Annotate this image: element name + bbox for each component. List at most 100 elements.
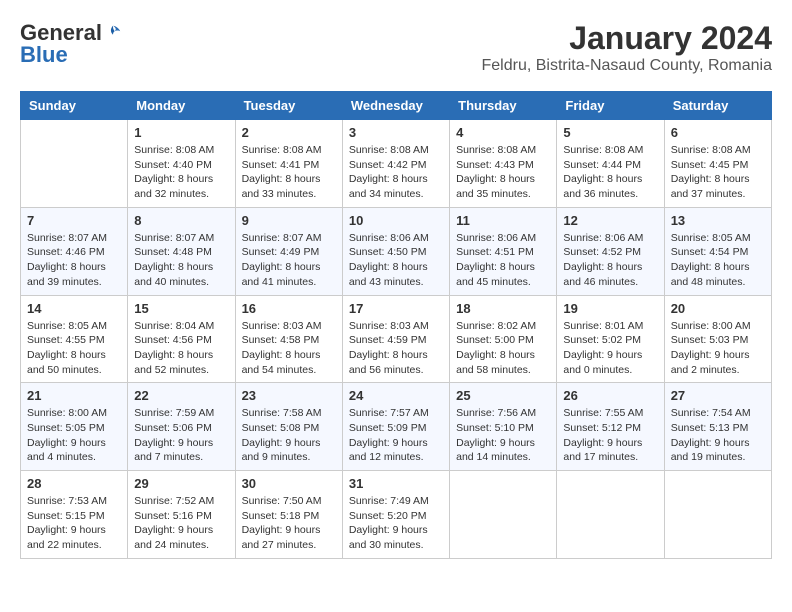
calendar-cell: 25 Sunrise: 7:56 AM Sunset: 5:10 PM Dayli… <box>450 383 557 471</box>
weekday-header: Sunday <box>21 92 128 120</box>
day-info: Sunrise: 7:59 AM Sunset: 5:06 PM Dayligh… <box>134 406 228 465</box>
day-info: Sunrise: 8:08 AM Sunset: 4:44 PM Dayligh… <box>563 143 657 202</box>
day-info: Sunrise: 7:50 AM Sunset: 5:18 PM Dayligh… <box>242 494 336 553</box>
day-info: Sunrise: 7:49 AM Sunset: 5:20 PM Dayligh… <box>349 494 443 553</box>
day-info: Sunrise: 8:05 AM Sunset: 4:54 PM Dayligh… <box>671 231 765 290</box>
day-info: Sunrise: 8:08 AM Sunset: 4:45 PM Dayligh… <box>671 143 765 202</box>
calendar-header-row: SundayMondayTuesdayWednesdayThursdayFrid… <box>21 92 772 120</box>
calendar-week-row: 14 Sunrise: 8:05 AM Sunset: 4:55 PM Dayli… <box>21 295 772 383</box>
day-info: Sunrise: 8:07 AM Sunset: 4:48 PM Dayligh… <box>134 231 228 290</box>
day-number: 23 <box>242 388 336 403</box>
day-number: 4 <box>456 125 550 140</box>
day-number: 9 <box>242 213 336 228</box>
calendar-cell: 12Sunrise: 8:06 AM Sunset: 4:52 PM Dayli… <box>557 207 664 295</box>
day-number: 31 <box>349 476 443 491</box>
day-number: 5 <box>563 125 657 140</box>
day-info: Sunrise: 7:58 AM Sunset: 5:08 PM Dayligh… <box>242 406 336 465</box>
calendar-cell: 30 Sunrise: 7:50 AM Sunset: 5:18 PM Dayli… <box>235 471 342 559</box>
calendar-cell: 15 Sunrise: 8:04 AM Sunset: 4:56 PM Dayli… <box>128 295 235 383</box>
day-number: 13 <box>671 213 765 228</box>
calendar-week-row: 7 Sunrise: 8:07 AM Sunset: 4:46 PM Daylig… <box>21 207 772 295</box>
day-info: Sunrise: 7:57 AM Sunset: 5:09 PM Dayligh… <box>349 406 443 465</box>
day-info: Sunrise: 7:54 AM Sunset: 5:13 PM Dayligh… <box>671 406 765 465</box>
day-info: Sunrise: 8:01 AM Sunset: 5:02 PM Dayligh… <box>563 319 657 378</box>
day-info: Sunrise: 7:53 AM Sunset: 5:15 PM Dayligh… <box>27 494 121 553</box>
day-number: 22 <box>134 388 228 403</box>
calendar-cell: 26Sunrise: 7:55 AM Sunset: 5:12 PM Dayli… <box>557 383 664 471</box>
day-number: 12 <box>563 213 657 228</box>
day-number: 15 <box>134 301 228 316</box>
calendar-cell: 31 Sunrise: 7:49 AM Sunset: 5:20 PM Dayli… <box>342 471 449 559</box>
logo-bird-icon <box>104 24 122 42</box>
calendar-cell: 3Sunrise: 8:08 AM Sunset: 4:42 PM Daylig… <box>342 120 449 208</box>
day-number: 20 <box>671 301 765 316</box>
day-info: Sunrise: 8:00 AM Sunset: 5:05 PM Dayligh… <box>27 406 121 465</box>
weekday-header: Monday <box>128 92 235 120</box>
calendar-cell: 24 Sunrise: 7:57 AM Sunset: 5:09 PM Dayli… <box>342 383 449 471</box>
day-number: 3 <box>349 125 443 140</box>
day-number: 19 <box>563 301 657 316</box>
calendar-cell <box>21 120 128 208</box>
calendar-cell: 13 Sunrise: 8:05 AM Sunset: 4:54 PM Dayli… <box>664 207 771 295</box>
day-number: 21 <box>27 388 121 403</box>
calendar-cell: 7 Sunrise: 8:07 AM Sunset: 4:46 PM Daylig… <box>21 207 128 295</box>
day-number: 7 <box>27 213 121 228</box>
calendar-cell: 27 Sunrise: 7:54 AM Sunset: 5:13 PM Dayli… <box>664 383 771 471</box>
month-title: January 2024 <box>482 20 773 57</box>
calendar-week-row: 1Sunrise: 8:08 AM Sunset: 4:40 PM Daylig… <box>21 120 772 208</box>
day-info: Sunrise: 8:08 AM Sunset: 4:43 PM Dayligh… <box>456 143 550 202</box>
calendar-cell: 28 Sunrise: 7:53 AM Sunset: 5:15 PM Dayli… <box>21 471 128 559</box>
day-info: Sunrise: 8:07 AM Sunset: 4:49 PM Dayligh… <box>242 231 336 290</box>
day-info: Sunrise: 8:02 AM Sunset: 5:00 PM Dayligh… <box>456 319 550 378</box>
weekday-header: Saturday <box>664 92 771 120</box>
calendar-cell: 10 Sunrise: 8:06 AM Sunset: 4:50 PM Dayli… <box>342 207 449 295</box>
calendar-cell: 6 Sunrise: 8:08 AM Sunset: 4:45 PM Daylig… <box>664 120 771 208</box>
day-number: 30 <box>242 476 336 491</box>
day-number: 18 <box>456 301 550 316</box>
day-info: Sunrise: 8:06 AM Sunset: 4:51 PM Dayligh… <box>456 231 550 290</box>
day-number: 8 <box>134 213 228 228</box>
day-info: Sunrise: 8:06 AM Sunset: 4:50 PM Dayligh… <box>349 231 443 290</box>
weekday-header: Wednesday <box>342 92 449 120</box>
day-info: Sunrise: 8:00 AM Sunset: 5:03 PM Dayligh… <box>671 319 765 378</box>
day-number: 14 <box>27 301 121 316</box>
weekday-header: Friday <box>557 92 664 120</box>
calendar-cell: 11Sunrise: 8:06 AM Sunset: 4:51 PM Dayli… <box>450 207 557 295</box>
day-info: Sunrise: 8:04 AM Sunset: 4:56 PM Dayligh… <box>134 319 228 378</box>
calendar-cell: 29 Sunrise: 7:52 AM Sunset: 5:16 PM Dayli… <box>128 471 235 559</box>
calendar-cell: 18 Sunrise: 8:02 AM Sunset: 5:00 PM Dayli… <box>450 295 557 383</box>
calendar-cell: 9 Sunrise: 8:07 AM Sunset: 4:49 PM Daylig… <box>235 207 342 295</box>
calendar-cell <box>664 471 771 559</box>
calendar-cell: 5 Sunrise: 8:08 AM Sunset: 4:44 PM Daylig… <box>557 120 664 208</box>
calendar-cell: 23 Sunrise: 7:58 AM Sunset: 5:08 PM Dayli… <box>235 383 342 471</box>
calendar-cell: 2Sunrise: 8:08 AM Sunset: 4:41 PM Daylig… <box>235 120 342 208</box>
calendar-table: SundayMondayTuesdayWednesdayThursdayFrid… <box>20 91 772 559</box>
calendar-week-row: 28 Sunrise: 7:53 AM Sunset: 5:15 PM Dayli… <box>21 471 772 559</box>
day-info: Sunrise: 7:56 AM Sunset: 5:10 PM Dayligh… <box>456 406 550 465</box>
day-info: Sunrise: 8:05 AM Sunset: 4:55 PM Dayligh… <box>27 319 121 378</box>
title-block: January 2024 Feldru, Bistrita-Nasaud Cou… <box>482 20 773 75</box>
day-number: 17 <box>349 301 443 316</box>
calendar-cell: 17 Sunrise: 8:03 AM Sunset: 4:59 PM Dayli… <box>342 295 449 383</box>
day-number: 27 <box>671 388 765 403</box>
calendar-cell: 14 Sunrise: 8:05 AM Sunset: 4:55 PM Dayli… <box>21 295 128 383</box>
day-info: Sunrise: 7:52 AM Sunset: 5:16 PM Dayligh… <box>134 494 228 553</box>
day-info: Sunrise: 8:03 AM Sunset: 4:58 PM Dayligh… <box>242 319 336 378</box>
calendar-cell: 19 Sunrise: 8:01 AM Sunset: 5:02 PM Dayli… <box>557 295 664 383</box>
day-number: 10 <box>349 213 443 228</box>
day-number: 24 <box>349 388 443 403</box>
day-number: 29 <box>134 476 228 491</box>
day-info: Sunrise: 8:07 AM Sunset: 4:46 PM Dayligh… <box>27 231 121 290</box>
weekday-header: Thursday <box>450 92 557 120</box>
calendar-cell: 22 Sunrise: 7:59 AM Sunset: 5:06 PM Dayli… <box>128 383 235 471</box>
day-number: 28 <box>27 476 121 491</box>
day-info: Sunrise: 8:08 AM Sunset: 4:40 PM Dayligh… <box>134 143 228 202</box>
location-text: Feldru, Bistrita-Nasaud County, Romania <box>482 57 773 75</box>
calendar-cell: 16Sunrise: 8:03 AM Sunset: 4:58 PM Dayli… <box>235 295 342 383</box>
day-number: 25 <box>456 388 550 403</box>
day-info: Sunrise: 8:08 AM Sunset: 4:41 PM Dayligh… <box>242 143 336 202</box>
logo-blue-text: Blue <box>20 42 68 68</box>
calendar-week-row: 21 Sunrise: 8:00 AM Sunset: 5:05 PM Dayli… <box>21 383 772 471</box>
day-number: 6 <box>671 125 765 140</box>
day-info: Sunrise: 8:03 AM Sunset: 4:59 PM Dayligh… <box>349 319 443 378</box>
